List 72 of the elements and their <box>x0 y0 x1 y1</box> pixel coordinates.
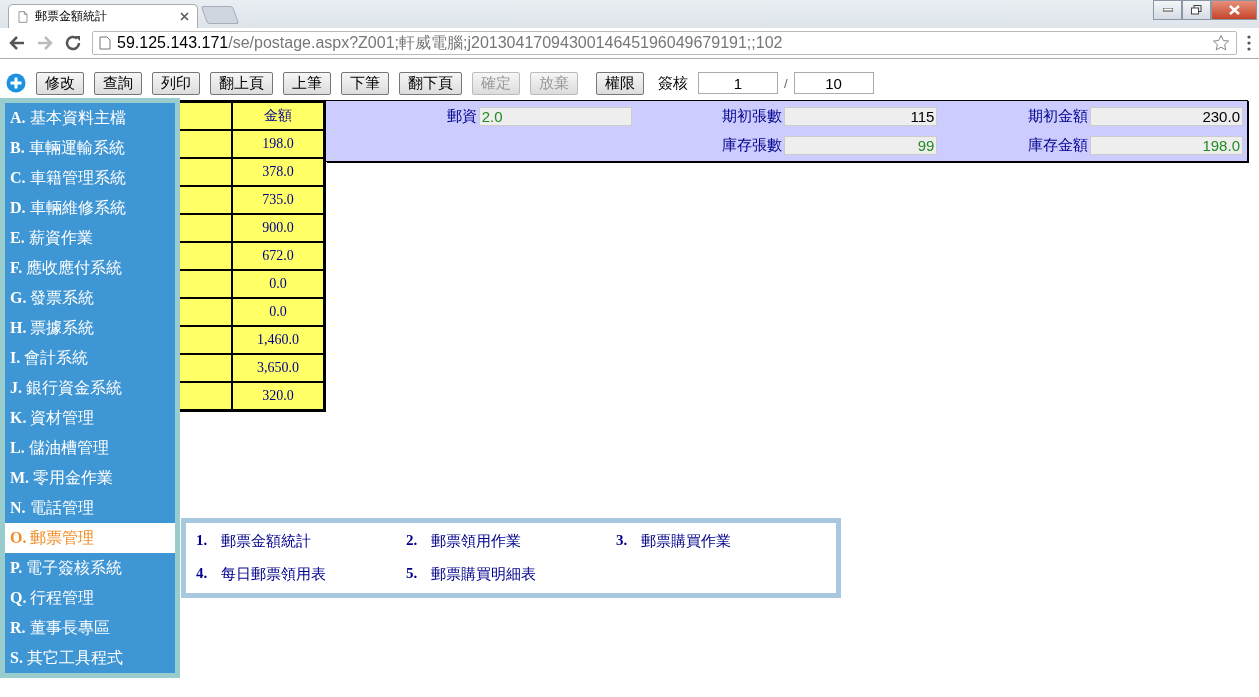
sidebar-item[interactable]: E. 薪資作業 <box>5 223 175 253</box>
toolbar-button[interactable]: 列印 <box>152 71 200 95</box>
sidebar-item[interactable]: F. 應收應付系統 <box>5 253 175 283</box>
sidebar-item[interactable]: A. 基本資料主檔 <box>5 103 175 133</box>
sidebar-item[interactable]: B. 車輛運輸系統 <box>5 133 175 163</box>
submenu-link[interactable]: 1. 郵票金額統計 <box>196 532 406 551</box>
menu-icon[interactable] <box>1247 35 1251 51</box>
page-total-field[interactable]: 10 <box>793 72 874 94</box>
value-field[interactable]: 230.0 <box>1090 107 1243 126</box>
add-icon[interactable] <box>6 73 26 93</box>
submenu-link[interactable]: 3. 郵票購買作業 <box>616 532 826 551</box>
sign-label: 簽核 <box>658 73 688 93</box>
minimize-icon <box>1162 8 1173 12</box>
value-field[interactable]: 99 <box>784 136 938 155</box>
page-separator: / <box>784 75 788 91</box>
field-label: 期初金額 <box>1028 107 1088 126</box>
close-icon[interactable] <box>180 12 189 21</box>
document-icon <box>17 9 29 24</box>
address-bar[interactable]: 59.125.143.171/se/postage.aspx?Z001;軒威電腦;j2013041709430014645196049679191;;102 <box>92 31 1237 55</box>
table-cell: 735.0 <box>232 186 324 214</box>
star-icon[interactable] <box>1212 34 1230 52</box>
value-field[interactable]: 115 <box>784 107 938 126</box>
page-current-field[interactable]: 1 <box>698 72 778 94</box>
toolbar-button[interactable]: 查詢 <box>94 71 142 95</box>
restore-button[interactable] <box>1182 0 1211 20</box>
restore-icon <box>1191 5 1202 15</box>
browser-tab[interactable]: 郵票金額統計 <box>8 4 198 28</box>
column-header: 金額 <box>232 102 324 130</box>
sidebar-item[interactable]: N. 電話管理 <box>5 493 175 523</box>
table-cell: 1,460.0 <box>232 326 324 354</box>
table-cell: 0.0 <box>232 270 324 298</box>
field-label: 郵資 <box>446 107 477 126</box>
sidebar-item[interactable]: K. 資材管理 <box>5 403 175 433</box>
submenu-link[interactable]: 5. 郵票購買明細表 <box>406 565 616 584</box>
sidebar-item[interactable]: R. 董事長專區 <box>5 613 175 643</box>
value-field[interactable]: 198.0 <box>1090 136 1243 155</box>
sidebar-item[interactable]: C. 車籍管理系統 <box>5 163 175 193</box>
sidebar-item[interactable]: J. 銀行資金系統 <box>5 373 175 403</box>
toolbar-button[interactable]: 上筆 <box>283 71 331 95</box>
close-button[interactable] <box>1211 0 1257 20</box>
field-label: 庫存張數 <box>722 136 783 155</box>
toolbar-button[interactable]: 下筆 <box>341 71 389 95</box>
toolbar-button[interactable]: 翻下頁 <box>399 71 462 95</box>
toolbar-button[interactable]: 翻上頁 <box>210 71 273 95</box>
sidebar-item[interactable]: I. 會計系統 <box>5 343 175 373</box>
field-label: 庫存金額 <box>1028 136 1088 155</box>
reload-icon[interactable] <box>64 34 82 52</box>
toolbar-button[interactable]: 權限 <box>596 71 644 95</box>
sidebar-item[interactable]: M. 零用金作業 <box>5 463 175 493</box>
table-cell: 900.0 <box>232 214 324 242</box>
table-cell: 198.0 <box>232 130 324 158</box>
table-cell: 0.0 <box>232 298 324 326</box>
table-cell: 3,650.0 <box>232 354 324 382</box>
sidebar-item[interactable]: P. 電子簽核系統 <box>5 553 175 583</box>
sidebar-item[interactable]: G. 發票系統 <box>5 283 175 313</box>
sidebar-item[interactable]: L. 儲油槽管理 <box>5 433 175 463</box>
value-field[interactable]: 2.0 <box>478 107 632 126</box>
submenu-link[interactable]: 2. 郵票領用作業 <box>406 532 616 551</box>
sidebar-item[interactable]: Q. 行程管理 <box>5 583 175 613</box>
close-icon <box>1228 5 1240 15</box>
field-label: 期初張數 <box>722 107 783 126</box>
toolbar-button[interactable]: 修改 <box>36 71 84 95</box>
table-cell: 320.0 <box>232 382 324 410</box>
table-cell: 672.0 <box>232 242 324 270</box>
sidebar-item[interactable]: O. 郵票管理 <box>5 523 175 553</box>
submenu-link[interactable]: 4. 每日郵票領用表 <box>196 565 406 584</box>
sidebar-item[interactable]: D. 車輛維修系統 <box>5 193 175 223</box>
sidebar-item[interactable]: S. 其它工具程式 <box>5 643 175 673</box>
page-icon <box>99 36 111 50</box>
table-cell: 378.0 <box>232 158 324 186</box>
sidebar-item[interactable]: H. 票據系統 <box>5 313 175 343</box>
back-icon[interactable] <box>8 34 26 52</box>
